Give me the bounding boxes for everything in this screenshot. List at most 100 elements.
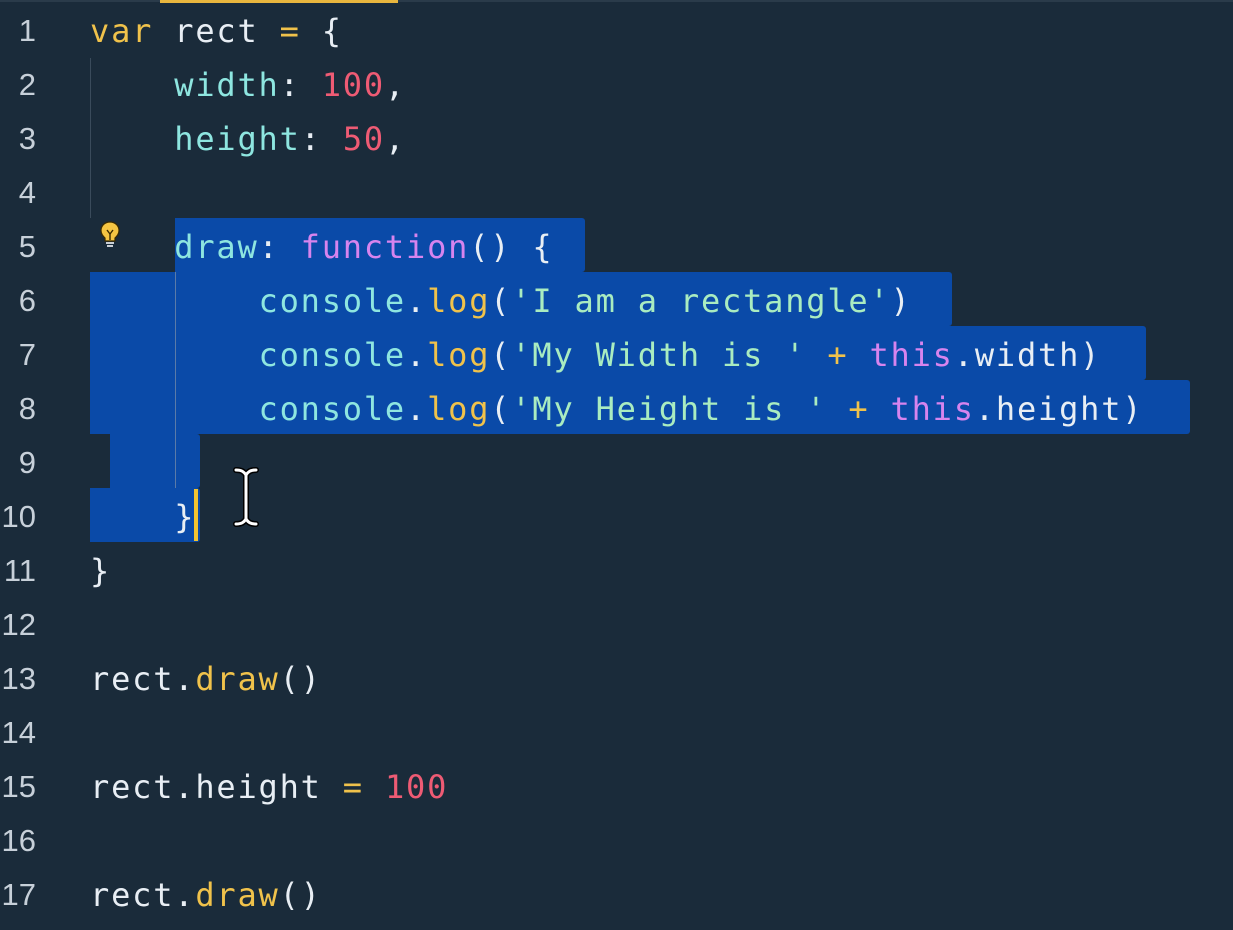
line-number: 7 (18, 337, 36, 372)
keyword-token: var (90, 12, 154, 50)
line-number: 9 (18, 445, 36, 480)
code-line-1[interactable]: 1 var rect = { (0, 2, 1233, 56)
code-line-12[interactable]: 12 (0, 596, 1233, 650)
object-token: console (258, 390, 406, 428)
operator-token: = (279, 12, 301, 50)
object-token: rect (90, 660, 175, 698)
object-token: rect.height (90, 768, 343, 806)
operator-token: + (806, 336, 870, 374)
punctuation-token: () (279, 876, 322, 914)
string-token: 'My Height is ' (511, 390, 828, 428)
code-text[interactable]: var rect = { (90, 11, 343, 51)
number-token: 50 (342, 120, 385, 158)
method-token: log (427, 282, 491, 320)
code-line-15[interactable]: 15 rect.height = 100 (0, 758, 1233, 812)
punctuation-token: } (90, 552, 112, 590)
code-text[interactable]: } (90, 551, 111, 591)
punctuation-token: . (406, 282, 428, 320)
property-token: height (174, 120, 301, 158)
line-number: 15 (1, 769, 36, 804)
punctuation-token: : (258, 228, 301, 266)
line-number: 14 (1, 715, 36, 750)
method-token: draw (195, 660, 280, 698)
ibeam-cursor-icon (233, 467, 259, 527)
punctuation-token: ( (490, 336, 512, 374)
line-number: 4 (18, 175, 36, 210)
code-line-9[interactable]: 9 (0, 434, 1233, 488)
code-line-8[interactable]: 8 console.log('My Height is ' + this.hei… (0, 380, 1233, 434)
property-token: draw (174, 228, 259, 266)
identifier-token: rect (153, 12, 280, 50)
method-token: log (427, 390, 491, 428)
punctuation-token: . (174, 660, 196, 698)
punctuation-token: . (406, 336, 428, 374)
line-number: 12 (1, 607, 36, 642)
code-line-3[interactable]: 3 height: 50, (0, 110, 1233, 164)
punctuation-token: . (174, 876, 196, 914)
code-line-10[interactable]: 10 } (0, 488, 1233, 542)
punctuation-token: : (300, 120, 343, 158)
text-caret (194, 489, 198, 541)
code-line-4[interactable]: 4 (0, 164, 1233, 218)
punctuation-token: . (406, 390, 428, 428)
line-number: 3 (18, 121, 36, 156)
line-number: 1 (18, 13, 36, 48)
code-line-14[interactable]: 14 (0, 704, 1233, 758)
code-text[interactable]: height: 50, (90, 119, 406, 159)
punctuation-token: .width) (953, 336, 1102, 374)
code-text[interactable]: console.log('I am a rectangle') (90, 281, 912, 321)
operator-token: = (342, 768, 364, 806)
number-token: 100 (384, 768, 449, 806)
code-line-5[interactable]: 5 draw: function() { (0, 218, 1233, 272)
punctuation-token: () { (469, 228, 554, 266)
code-text[interactable]: console.log('My Width is ' + this.width) (90, 335, 1101, 375)
line-number: 16 (1, 823, 36, 858)
code-text[interactable]: console.log('My Height is ' + this.heigh… (90, 389, 1143, 429)
punctuation-token: { (300, 12, 343, 50)
line-number: 11 (3, 553, 36, 588)
code-text[interactable]: rect.draw() (90, 659, 322, 699)
punctuation-token: ( (490, 390, 512, 428)
code-line-13[interactable]: 13 rect.draw() (0, 650, 1233, 704)
code-text[interactable]: } (90, 497, 195, 537)
code-text[interactable]: rect.draw() (90, 875, 322, 915)
line-number: 2 (18, 67, 36, 102)
punctuation-token: () (279, 660, 322, 698)
code-editor[interactable]: 1 var rect = { 2 width: 100, 3 height: 5… (0, 0, 1233, 930)
line-number: 17 (1, 877, 36, 912)
punctuation-token: .height) (974, 390, 1144, 428)
code-line-7[interactable]: 7 console.log('My Width is ' + this.widt… (0, 326, 1233, 380)
code-text[interactable]: width: 100, (90, 65, 406, 105)
punctuation-token: ( (490, 282, 512, 320)
code-line-16[interactable]: 16 (0, 812, 1233, 866)
method-token: log (427, 336, 491, 374)
this-keyword-token: this (869, 336, 954, 374)
lightbulb-icon[interactable] (99, 220, 121, 248)
operator-token: + (827, 390, 891, 428)
object-token: rect (90, 876, 175, 914)
method-token: draw (195, 876, 280, 914)
string-token: 'I am a rectangle' (511, 282, 891, 320)
code-line-11[interactable]: 11 } (0, 542, 1233, 596)
string-token: 'My Width is ' (511, 336, 807, 374)
code-text[interactable]: rect.height = 100 (90, 767, 448, 807)
line-number: 8 (18, 391, 36, 426)
punctuation-token: } (174, 498, 196, 536)
line-number: 10 (1, 499, 36, 534)
property-token: width (174, 66, 280, 104)
code-line-2[interactable]: 2 width: 100, (0, 56, 1233, 110)
function-keyword-token: function (300, 228, 470, 266)
this-keyword-token: this (890, 390, 975, 428)
line-number: 5 (18, 229, 36, 264)
object-token: console (258, 282, 406, 320)
punctuation-token: : (279, 66, 322, 104)
code-text[interactable]: draw: function() { (90, 227, 553, 267)
code-line-6[interactable]: 6 console.log('I am a rectangle') (0, 272, 1233, 326)
code-line-17[interactable]: 17 rect.draw() (0, 866, 1233, 920)
object-token: console (258, 336, 406, 374)
